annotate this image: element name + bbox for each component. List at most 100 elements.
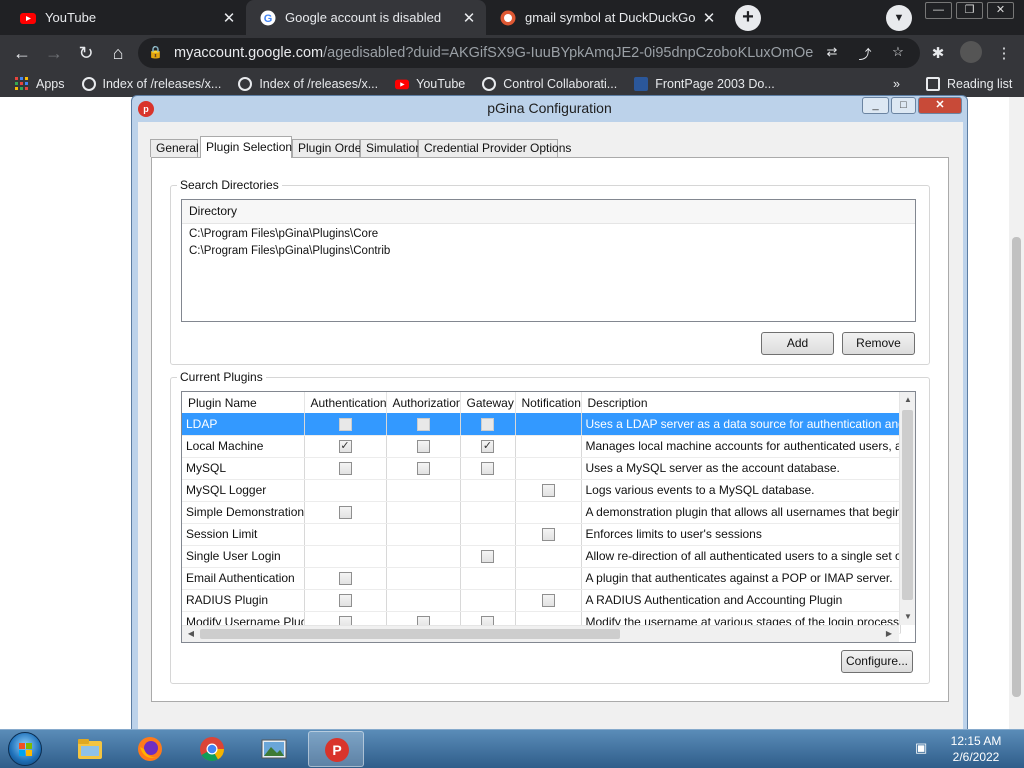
- checkbox[interactable]: [541, 528, 555, 542]
- column-header-description[interactable]: Description: [581, 392, 901, 413]
- checkbox[interactable]: [481, 417, 494, 431]
- tab-plugin-selection[interactable]: Plugin Selection: [200, 136, 292, 158]
- bookmark-youtube[interactable]: YouTube: [395, 77, 465, 91]
- remove-button[interactable]: Remove: [842, 332, 915, 355]
- tab-plugin-order[interactable]: Plugin Order: [292, 139, 365, 157]
- plugin-row[interactable]: Email Authentication A plugin that authen…: [182, 567, 901, 590]
- system-clock[interactable]: 12:15 AM 2/6/2022: [946, 733, 1006, 765]
- scrollbar-thumb[interactable]: [1012, 237, 1021, 697]
- browser-tab-duckduckgo[interactable]: gmail symbol at DuckDuckGo ✕: [486, 0, 726, 35]
- search-directories-group: Search Directories Directory C:\Program …: [170, 178, 930, 365]
- minimize-button[interactable]: —: [925, 2, 952, 19]
- directory-row[interactable]: C:\Program Files\pGina\Plugins\Core: [182, 226, 915, 243]
- back-arrow-icon[interactable]: ←: [10, 41, 34, 65]
- checkbox[interactable]: [481, 550, 494, 564]
- taskbar-firefox[interactable]: [122, 731, 178, 767]
- plugin-row[interactable]: MySQL Uses a MySQL server as the account …: [182, 457, 901, 480]
- directory-row[interactable]: C:\Program Files\pGina\Plugins\Contrib: [182, 243, 915, 260]
- browser-tab-youtube[interactable]: YouTube ✕: [6, 0, 246, 35]
- close-window-button[interactable]: ✕: [918, 97, 962, 114]
- bookmark-control-collab[interactable]: Control Collaborati...: [482, 77, 617, 91]
- scroll-right-icon[interactable]: ▶: [884, 629, 894, 638]
- plugin-name-cell: MySQL: [182, 457, 305, 480]
- maximize-button[interactable]: ❐: [956, 2, 983, 19]
- browser-tab-google-disabled[interactable]: G Google account is disabled ✕: [246, 0, 486, 35]
- bookmark-apps[interactable]: Apps: [15, 77, 65, 91]
- plugin-row[interactable]: LDAP Uses a LDAP server as a data source …: [182, 413, 901, 436]
- plugin-row[interactable]: RADIUS Plugin A RADIUS Authentication and…: [182, 589, 901, 612]
- column-header-authorization[interactable]: Authorization: [386, 392, 461, 413]
- address-bar[interactable]: 🔒 myaccount.google.com/agedisabled?duid=…: [138, 38, 920, 68]
- plugins-horizontal-scrollbar[interactable]: ◀ ▶: [182, 625, 899, 642]
- url-text[interactable]: myaccount.google.com/agedisabled?duid=AK…: [174, 45, 814, 61]
- network-icon[interactable]: ▣: [915, 740, 933, 756]
- taskbar-photos[interactable]: [246, 731, 302, 767]
- column-header-plugin-name[interactable]: Plugin Name: [182, 392, 305, 413]
- checkbox[interactable]: [338, 462, 352, 476]
- plugins-vertical-scrollbar[interactable]: ▲ ▼: [899, 392, 915, 625]
- scroll-up-icon[interactable]: ▲: [900, 395, 915, 404]
- taskbar-pgina[interactable]: P: [308, 731, 364, 767]
- column-header-gateway[interactable]: Gateway: [460, 392, 516, 413]
- plugin-row[interactable]: Session Limit Enforces limits to user's s…: [182, 523, 901, 546]
- checkbox[interactable]: [338, 417, 352, 431]
- configure-button[interactable]: Configure...: [841, 650, 913, 673]
- page-scrollbar[interactable]: [1009, 97, 1024, 729]
- column-header-notification[interactable]: Notification: [515, 392, 582, 413]
- bookmark-releases-1[interactable]: Index of /releases/x...: [81, 77, 221, 91]
- checkbox[interactable]: [416, 440, 430, 454]
- extensions-puzzle-icon[interactable]: ✱: [928, 44, 948, 64]
- profile-avatar[interactable]: [960, 41, 982, 63]
- start-button[interactable]: [8, 732, 42, 766]
- checkbox[interactable]: [541, 594, 555, 608]
- taskbar-explorer[interactable]: [62, 731, 118, 767]
- new-tab-button[interactable]: +: [735, 5, 761, 31]
- bookmark-frontpage[interactable]: FrontPage 2003 Do...: [634, 77, 775, 91]
- checkbox[interactable]: [338, 594, 352, 608]
- directory-list[interactable]: Directory C:\Program Files\pGina\Plugins…: [181, 199, 916, 322]
- column-header-authentication[interactable]: Authentication: [304, 392, 387, 413]
- scroll-down-icon[interactable]: ▼: [900, 612, 915, 621]
- tab-search-button[interactable]: ▼: [886, 5, 912, 31]
- taskbar-chrome[interactable]: [184, 731, 240, 767]
- checkbox-checked[interactable]: ✓: [481, 440, 494, 454]
- column-header-directory[interactable]: Directory: [182, 200, 915, 224]
- close-icon[interactable]: ✕: [698, 9, 720, 27]
- forward-arrow-icon[interactable]: →: [42, 41, 66, 65]
- close-window-button[interactable]: ✕: [987, 2, 1014, 19]
- checkbox[interactable]: [416, 462, 430, 476]
- reading-list[interactable]: Reading list: [926, 77, 1012, 91]
- tab-general[interactable]: General: [150, 139, 199, 157]
- plugins-grid[interactable]: Plugin Name Authentication Authorization…: [181, 391, 916, 643]
- checkbox[interactable]: [481, 462, 494, 476]
- checkbox-checked[interactable]: ✓: [338, 440, 352, 454]
- tab-simulation[interactable]: Simulation: [360, 139, 422, 157]
- plugin-row[interactable]: Local Machine ✓ ✓ Manages local machine acc…: [182, 435, 901, 458]
- checkbox[interactable]: [338, 572, 352, 586]
- plugin-row[interactable]: Simple Demonstration A demonstration plug…: [182, 501, 901, 524]
- bookmarks-overflow[interactable]: »: [893, 77, 900, 91]
- pgina-titlebar[interactable]: p pGina Configuration _ □ ✕: [132, 96, 967, 121]
- checkbox[interactable]: [541, 484, 555, 498]
- translate-icon[interactable]: ⇄: [822, 44, 842, 62]
- tab-credential-provider-options[interactable]: Credential Provider Options: [418, 139, 571, 157]
- scroll-left-icon[interactable]: ◀: [186, 629, 196, 638]
- plugin-row[interactable]: Single User Login Allow re-direction of a…: [182, 545, 901, 568]
- add-button[interactable]: Add: [761, 332, 834, 355]
- checkbox[interactable]: [338, 506, 352, 520]
- bookmark-label: Apps: [36, 77, 65, 91]
- maximize-button[interactable]: □: [891, 97, 916, 114]
- bookmark-releases-2[interactable]: Index of /releases/x...: [238, 77, 378, 91]
- close-icon[interactable]: ✕: [218, 9, 240, 27]
- checkbox[interactable]: [416, 417, 430, 431]
- plugin-row[interactable]: MySQL Logger Logs various events to a MyS…: [182, 479, 901, 502]
- minimize-button[interactable]: _: [862, 97, 889, 114]
- reload-icon[interactable]: ↻: [74, 41, 98, 65]
- home-icon[interactable]: ⌂: [106, 41, 130, 65]
- scrollbar-thumb[interactable]: [902, 410, 913, 600]
- close-icon[interactable]: ✕: [458, 9, 480, 27]
- scrollbar-thumb[interactable]: [200, 629, 620, 639]
- share-icon[interactable]: ⤴: [855, 44, 875, 62]
- bookmark-star-icon[interactable]: ☆: [888, 44, 908, 62]
- menu-dots-icon[interactable]: ⋮: [994, 44, 1014, 64]
